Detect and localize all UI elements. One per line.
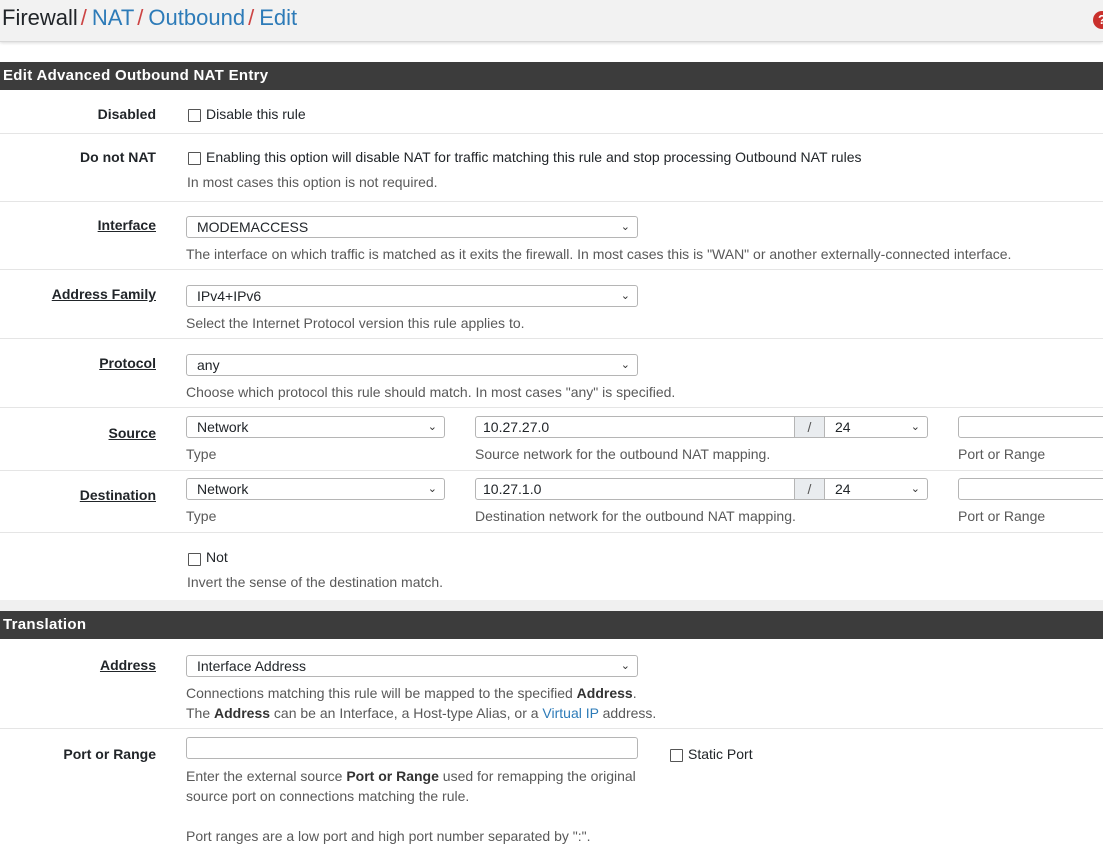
breadcrumb-edit-link[interactable]: Edit <box>259 5 297 30</box>
breadcrumb-separator: / <box>248 5 255 30</box>
chevron-down-icon: ⌄ <box>910 421 920 433</box>
protocol-label[interactable]: Protocol <box>99 355 156 371</box>
destination-port-help: Port or Range <box>958 508 1046 524</box>
source-port-input[interactable] <box>958 416 1103 438</box>
interface-help: The interface on which traffic is matche… <box>186 246 1012 262</box>
row-interface: Interface MODEMACCESS ⌄ The interface on… <box>0 202 1103 270</box>
chevron-down-icon: ⌄ <box>620 221 630 233</box>
source-mask-value: 24 <box>835 419 851 435</box>
not-checkbox[interactable] <box>188 553 201 566</box>
row-address-family: Address Family IPv4+IPv6 ⌄ Select the In… <box>0 270 1103 339</box>
port-help-line2: source port on connections matching the … <box>186 788 470 804</box>
port-help-line1: Enter the external source Port or Range … <box>186 768 636 784</box>
destination-network-help: Destination network for the outbound NAT… <box>475 508 796 524</box>
row-port-or-range: Port or Range Static Port Enter the exte… <box>0 729 1103 847</box>
chevron-down-icon: ⌄ <box>620 290 630 302</box>
translation-address-select[interactable]: Interface Address ⌄ <box>186 655 638 677</box>
destination-network-input[interactable]: 10.27.1.0 <box>475 478 795 500</box>
section-spacer <box>0 600 1103 611</box>
address-family-label[interactable]: Address Family <box>52 286 156 302</box>
disabled-label: Disabled <box>97 106 156 122</box>
translation-port-input[interactable] <box>186 737 638 759</box>
breadcrumb-separator: / <box>137 5 144 30</box>
address-label[interactable]: Address <box>100 657 156 673</box>
destination-port-input[interactable] <box>958 478 1103 500</box>
destination-mask-select[interactable]: 24 ⌄ <box>824 478 928 500</box>
source-label[interactable]: Source <box>109 425 156 441</box>
source-type-select[interactable]: Network ⌄ <box>186 416 445 438</box>
breadcrumb-outbound-link[interactable]: Outbound <box>148 5 245 30</box>
source-network-help: Source network for the outbound NAT mapp… <box>475 446 771 462</box>
static-port-checkbox[interactable] <box>670 749 683 762</box>
no-nat-checkbox-label[interactable]: Enabling this option will disable NAT fo… <box>206 149 862 165</box>
static-port-checkbox-label[interactable]: Static Port <box>688 746 753 762</box>
chevron-down-icon: ⌄ <box>620 660 630 672</box>
destination-slash: / <box>794 478 825 500</box>
chevron-down-icon: ⌄ <box>620 359 630 371</box>
translation-address-value: Interface Address <box>197 658 306 674</box>
page-header: Firewall/NAT/Outbound/Edit ? <box>0 0 1103 42</box>
destination-label[interactable]: Destination <box>80 487 156 503</box>
source-slash: / <box>794 416 825 438</box>
address-family-select[interactable]: IPv4+IPv6 ⌄ <box>186 285 638 307</box>
address-family-select-value: IPv4+IPv6 <box>197 288 262 304</box>
destination-type-value: Network <box>197 481 249 497</box>
chevron-down-icon: ⌄ <box>427 421 437 433</box>
breadcrumb-firewall: Firewall <box>2 5 78 30</box>
row-do-not-nat: Do not NAT Enabling this option will dis… <box>0 134 1103 202</box>
source-port-help: Port or Range <box>958 446 1046 462</box>
address-family-help: Select the Internet Protocol version thi… <box>186 315 525 331</box>
no-nat-checkbox[interactable] <box>188 152 201 165</box>
row-disabled: Disabled Disable this rule <box>0 90 1103 134</box>
chevron-down-icon: ⌄ <box>910 483 920 495</box>
do-not-nat-label: Do not NAT <box>80 149 156 165</box>
section-header-edit: Edit Advanced Outbound NAT Entry <box>0 62 1103 90</box>
not-checkbox-label[interactable]: Not <box>206 549 228 565</box>
interface-select-value: MODEMACCESS <box>197 219 309 235</box>
chevron-down-icon: ⌄ <box>427 483 437 495</box>
address-help-line1: Connections matching this rule will be m… <box>186 685 637 701</box>
destination-type-help: Type <box>186 508 217 524</box>
row-address: Address Interface Address ⌄ Connections … <box>0 639 1103 729</box>
destination-mask-value: 24 <box>835 481 851 497</box>
port-help-line3: Port ranges are a low port and high port… <box>186 828 591 844</box>
destination-type-select[interactable]: Network ⌄ <box>186 478 445 500</box>
virtual-ip-link[interactable]: Virtual IP <box>542 705 598 721</box>
source-mask-select[interactable]: 24 ⌄ <box>824 416 928 438</box>
source-type-help: Type <box>186 446 217 462</box>
row-protocol: Protocol any ⌄ Choose which protocol thi… <box>0 339 1103 408</box>
row-not: Not Invert the sense of the destination … <box>0 533 1103 600</box>
source-network-input[interactable]: 10.27.27.0 <box>475 416 795 438</box>
not-help: Invert the sense of the destination matc… <box>187 574 444 590</box>
breadcrumb-separator: / <box>80 5 87 30</box>
row-destination: Destination Network ⌄ Type 10.27.1.0 / 2… <box>0 471 1103 533</box>
breadcrumb: Firewall / NAT / Outbound / Edit <box>2 4 297 32</box>
protocol-help: Choose which protocol this rule should m… <box>186 384 676 400</box>
disable-rule-checkbox[interactable] <box>188 109 201 122</box>
no-nat-help: In most cases this option is not require… <box>187 174 438 190</box>
interface-select[interactable]: MODEMACCESS ⌄ <box>186 216 638 238</box>
section-header-translation: Translation <box>0 611 1103 639</box>
question-circle-icon[interactable]: ? <box>1093 11 1103 29</box>
address-help-line2: The Address can be an Interface, a Host-… <box>186 705 657 721</box>
protocol-select[interactable]: any ⌄ <box>186 354 638 376</box>
interface-label[interactable]: Interface <box>98 217 156 233</box>
port-or-range-label: Port or Range <box>63 746 156 762</box>
disable-rule-checkbox-label[interactable]: Disable this rule <box>206 106 306 122</box>
breadcrumb-nat-link[interactable]: NAT <box>92 5 134 30</box>
row-source: Source Network ⌄ Type 10.27.27.0 / 24 ⌄ … <box>0 408 1103 471</box>
protocol-select-value: any <box>197 357 220 373</box>
source-type-value: Network <box>197 419 249 435</box>
